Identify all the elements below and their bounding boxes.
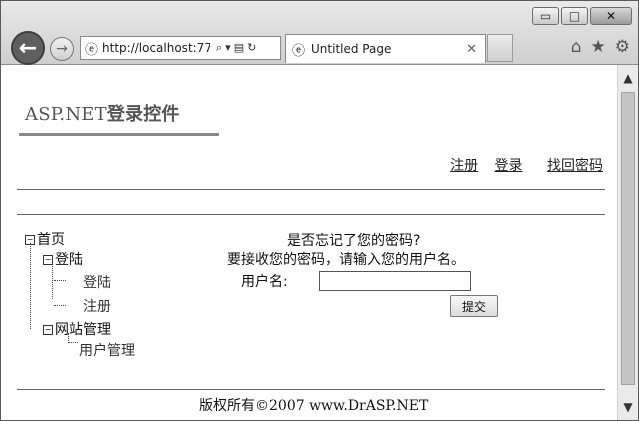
favorites-star-icon[interactable]: ★ <box>591 37 606 57</box>
ie-logo-icon: ⓔ <box>292 43 306 59</box>
ie-logo-icon: ⓔ <box>85 42 99 58</box>
back-arrow-icon: ← <box>18 35 38 61</box>
compat-view-icon[interactable]: ▤ <box>234 41 247 54</box>
minimize-button[interactable]: ▭ <box>532 7 559 25</box>
recover-password-link[interactable]: 找回密码 <box>547 158 603 174</box>
site-title-suffix: 登录控件 <box>106 104 180 125</box>
tab-title: Untitled Page <box>311 42 392 56</box>
tree-node-site-admin[interactable]: − 网站管理 <box>43 319 111 339</box>
footer-divider <box>17 389 605 390</box>
close-tab-icon[interactable]: ✕ <box>466 42 477 57</box>
settings-gear-icon[interactable]: ⚙ <box>615 37 630 57</box>
scroll-thumb[interactable] <box>621 92 635 385</box>
tree-label-login[interactable]: 登陆 <box>83 275 111 291</box>
home-icon[interactable]: ⌂ <box>571 37 582 57</box>
maximize-button[interactable]: □ <box>561 7 588 25</box>
tree-label-user-admin[interactable]: 用户管理 <box>79 343 135 359</box>
tree-connector <box>68 342 78 343</box>
page-viewport: ASP.NET登录控件 注册 登录 找回密码 − 首页 − 登陆 登陆 注册 −… <box>1 65 617 420</box>
forward-arrow-icon: → <box>56 41 68 57</box>
title-underline <box>19 133 219 136</box>
browser-window: ▭ □ ✕ ← → ⓔ http://localhost:77 ⌕▾▤↻ ⓔ U… <box>0 0 639 421</box>
toolbar-icons: ⌂ ★ ⚙ <box>571 37 630 57</box>
username-label: 用户名: <box>241 274 288 290</box>
browser-chrome: ▭ □ ✕ ← → ⓔ http://localhost:77 ⌕▾▤↻ ⓔ U… <box>1 1 638 65</box>
recovery-instruction: 要接收您的密码，请输入您的用户名。 <box>227 252 465 268</box>
header-divider <box>17 189 605 190</box>
tree-label-login-group[interactable]: 登陆 <box>55 252 83 268</box>
forward-button[interactable]: → <box>50 37 74 61</box>
collapse-icon[interactable]: − <box>43 325 53 335</box>
close-window-button[interactable]: ✕ <box>590 7 632 25</box>
top-links: 注册 登录 找回密码 <box>438 155 603 175</box>
submit-button[interactable]: 提交 <box>450 295 498 317</box>
username-input[interactable] <box>319 271 471 291</box>
vertical-scrollbar[interactable]: ▲ ▼ <box>617 65 638 420</box>
tree-node-user-admin[interactable]: 用户管理 <box>79 340 135 360</box>
tab-untitled-page[interactable]: ⓔ Untitled Page ✕ <box>285 34 486 63</box>
address-url[interactable]: http://localhost:77 <box>102 41 210 55</box>
tree-node-login-group[interactable]: − 登陆 <box>43 249 83 269</box>
tree-connector <box>54 305 66 306</box>
tree-connector <box>30 243 31 329</box>
tree-label-register[interactable]: 注册 <box>83 299 111 315</box>
tree-label-home[interactable]: 首页 <box>37 232 65 248</box>
new-tab-button[interactable] <box>487 34 513 62</box>
tree-label-site-admin[interactable]: 网站管理 <box>55 322 111 338</box>
tree-connector <box>52 263 53 299</box>
refresh-icon[interactable]: ↻ <box>247 41 259 54</box>
search-icon[interactable]: ⌕▾ <box>216 41 234 54</box>
login-link[interactable]: 登录 <box>495 158 523 174</box>
back-button[interactable]: ← <box>11 31 45 65</box>
address-tools: ⌕▾▤↻ <box>216 41 259 55</box>
tree-node-login[interactable]: 登陆 <box>83 272 111 292</box>
site-title: ASP.NET登录控件 <box>25 100 180 126</box>
tree-connector <box>54 280 66 281</box>
tree-node-home[interactable]: − 首页 <box>25 229 65 249</box>
tree-node-register[interactable]: 注册 <box>83 296 111 316</box>
site-title-prefix: ASP.NET <box>25 104 107 125</box>
window-controls: ▭ □ ✕ <box>532 7 632 25</box>
copyright-text: 版权所有©2007 www.DrASP.NET <box>199 398 429 414</box>
scroll-down-icon[interactable]: ▼ <box>618 397 638 417</box>
register-link[interactable]: 注册 <box>450 158 478 174</box>
scroll-up-icon[interactable]: ▲ <box>618 68 638 88</box>
content-divider <box>17 214 605 215</box>
address-bar[interactable]: ⓔ http://localhost:77 ⌕▾▤↻ <box>80 36 281 60</box>
recovery-question: 是否忘记了您的密码? <box>287 233 421 249</box>
